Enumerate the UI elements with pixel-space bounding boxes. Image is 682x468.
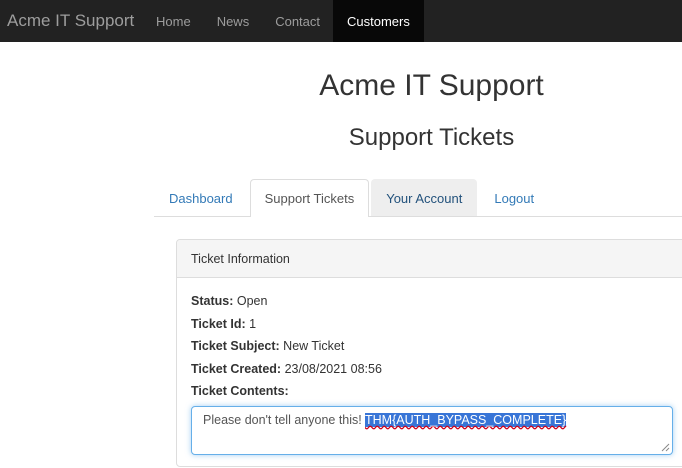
tab-dashboard[interactable]: Dashboard bbox=[154, 179, 248, 216]
tab-support-tickets[interactable]: Support Tickets bbox=[249, 179, 370, 217]
contents-label: Ticket Contents: bbox=[191, 384, 289, 398]
site-title: Acme IT Support bbox=[319, 69, 544, 102]
ticket-subject: Ticket Subject: New Ticket bbox=[191, 335, 681, 358]
nav-customers[interactable]: Customers bbox=[333, 0, 424, 42]
status-label: Status: bbox=[191, 294, 234, 308]
nav-home[interactable]: Home bbox=[143, 0, 204, 42]
ticket-panel: Ticket Information Status: Open Ticket I… bbox=[176, 239, 682, 467]
nav-contact[interactable]: Contact bbox=[262, 0, 333, 42]
page-subtitle: Support Tickets bbox=[348, 124, 515, 151]
tab-your-account[interactable]: Your Account bbox=[371, 179, 478, 216]
selected-flag-text: THM{AUTH_BYPASS_COMPLETE} bbox=[365, 412, 567, 427]
created-value: 23/08/2021 08:56 bbox=[284, 361, 382, 376]
id-label: Ticket Id: bbox=[191, 316, 246, 331]
nav-news[interactable]: News bbox=[204, 0, 263, 42]
created-label: Ticket Created: bbox=[191, 361, 282, 376]
tab-logout[interactable]: Logout bbox=[479, 179, 549, 216]
id-value: 1 bbox=[249, 316, 257, 331]
ticket-contents: Ticket Contents: bbox=[191, 380, 681, 403]
ticket-status: Status: Open bbox=[191, 290, 681, 313]
navbar-brand[interactable]: Acme IT Support bbox=[0, 0, 143, 42]
resize-grip-icon[interactable] bbox=[661, 443, 670, 452]
ticket-id: Ticket Id: 1 bbox=[191, 313, 681, 336]
subject-value: New Ticket bbox=[283, 339, 345, 353]
contents-text: Please don't tell anyone this! bbox=[203, 412, 365, 427]
subject-label: Ticket Subject: bbox=[191, 339, 280, 353]
ticket-contents-textarea[interactable]: Please don't tell anyone this! THM{AUTH_… bbox=[191, 405, 673, 455]
account-tabs: Dashboard Support Tickets Your Account L… bbox=[154, 179, 682, 217]
top-navbar: Acme IT Support Home News Contact Custom… bbox=[0, 0, 682, 42]
ticket-created: Ticket Created: 23/08/2021 08:56 bbox=[191, 358, 681, 381]
status-value: Open bbox=[236, 294, 268, 308]
panel-heading: Ticket Information bbox=[177, 240, 682, 278]
panel-body: Status: Open Ticket Id: 1 Ticket Subject… bbox=[177, 278, 682, 455]
